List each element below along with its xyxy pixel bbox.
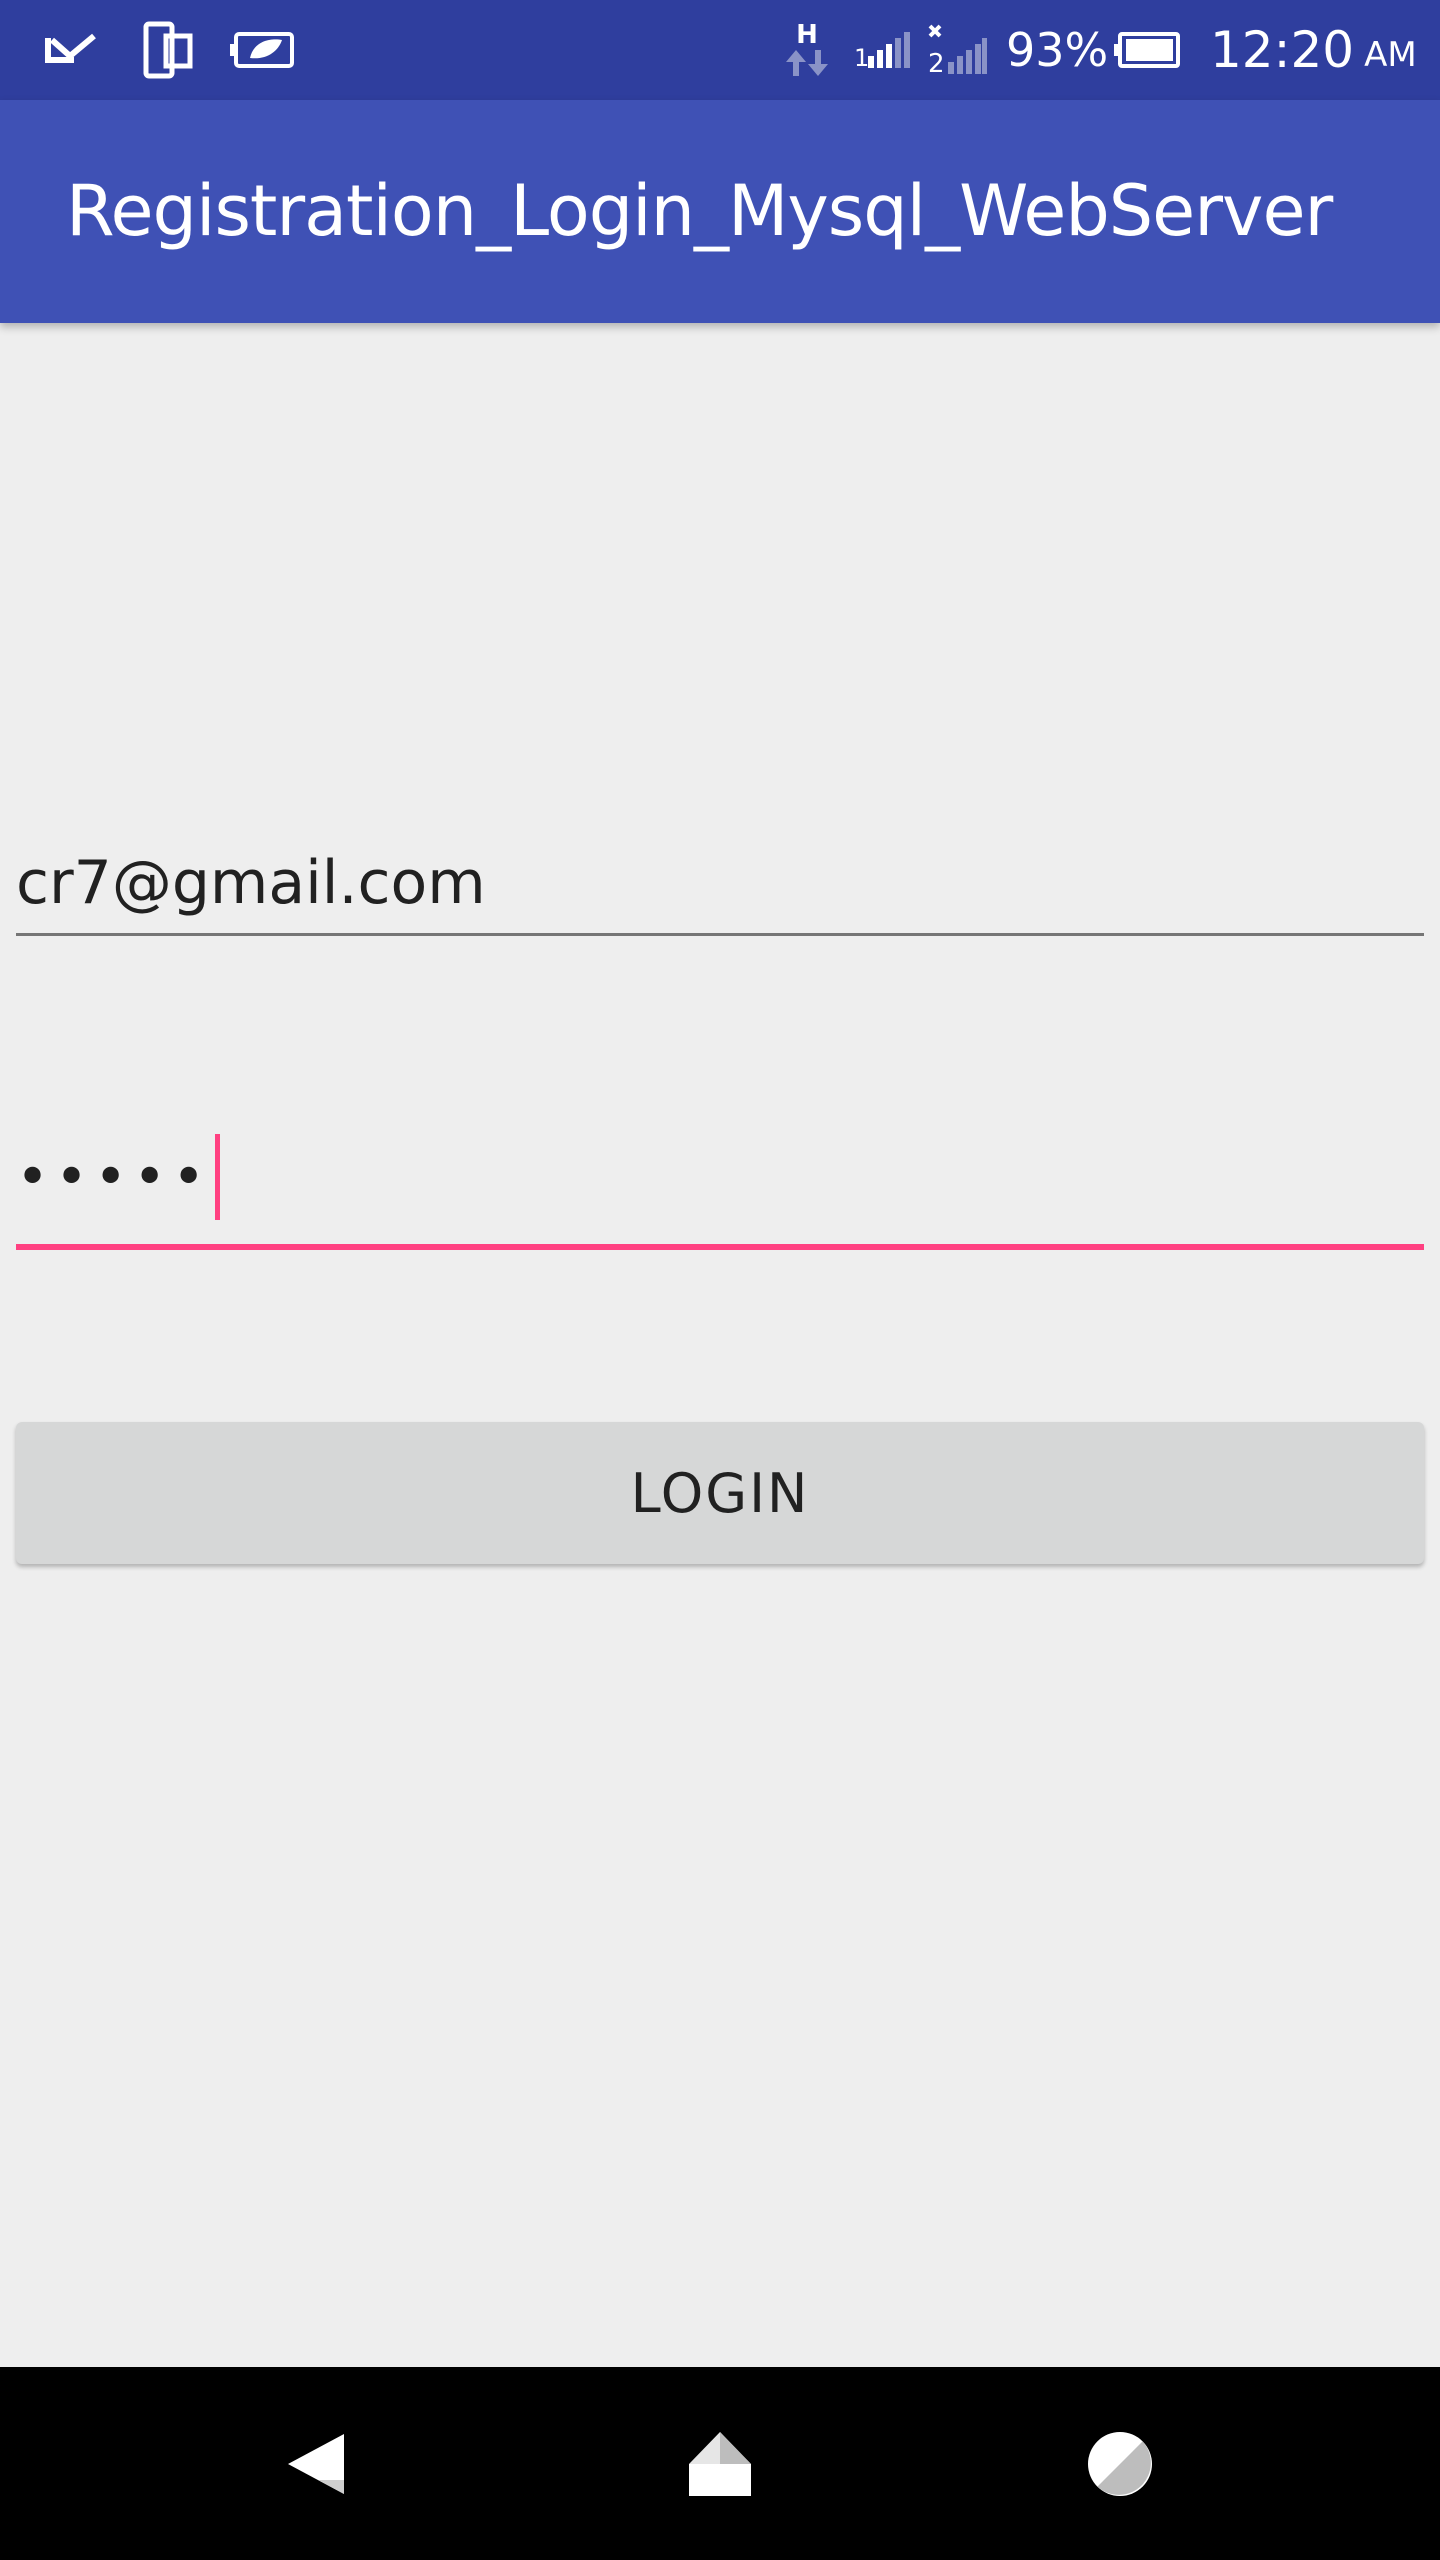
clock-time: 12:20 — [1210, 21, 1355, 79]
battery-percent: 93% — [1006, 23, 1109, 77]
login-button[interactable]: LOGIN — [16, 1422, 1424, 1564]
email-field[interactable]: cr7@gmail.com — [16, 830, 1424, 936]
clock-ampm: AM — [1364, 35, 1417, 75]
signal-no-service-icon: 2 — [926, 0, 988, 100]
email-value: cr7@gmail.com — [16, 848, 486, 918]
status-bar: H 1 2 93% 12:20 AM — [0, 0, 1440, 100]
back-icon — [288, 2433, 344, 2494]
text-cursor — [215, 1134, 221, 1220]
signal-icon: 1 — [854, 0, 914, 100]
home-icon — [689, 2431, 751, 2496]
download-check-icon — [44, 0, 100, 100]
nav-bar — [0, 2367, 1440, 2560]
phone-screen-icon — [140, 0, 196, 100]
app-bar: Registration_Login_Mysql_WebServer — [0, 100, 1440, 323]
password-value: ••••• — [16, 1144, 212, 1210]
data-arrows-icon: H — [784, 0, 830, 100]
network-type-label: H — [796, 20, 818, 50]
battery-saver-icon — [228, 0, 298, 100]
back-button[interactable] — [216, 2367, 416, 2560]
home-button[interactable] — [620, 2367, 820, 2560]
recents-icon — [1088, 2431, 1152, 2496]
password-value-wrap: ••••• — [16, 1134, 221, 1220]
password-field[interactable]: ••••• — [16, 1130, 1424, 1250]
password-underline — [16, 1244, 1424, 1250]
recents-button[interactable] — [1020, 2367, 1220, 2560]
svg-text:1: 1 — [854, 44, 869, 70]
clock: 12:20 AM — [1210, 0, 1417, 100]
email-underline — [16, 933, 1424, 936]
sim2-label: 2 — [928, 49, 945, 76]
app-title: Registration_Login_Mysql_WebServer — [66, 170, 1333, 252]
battery-icon — [1112, 0, 1182, 100]
